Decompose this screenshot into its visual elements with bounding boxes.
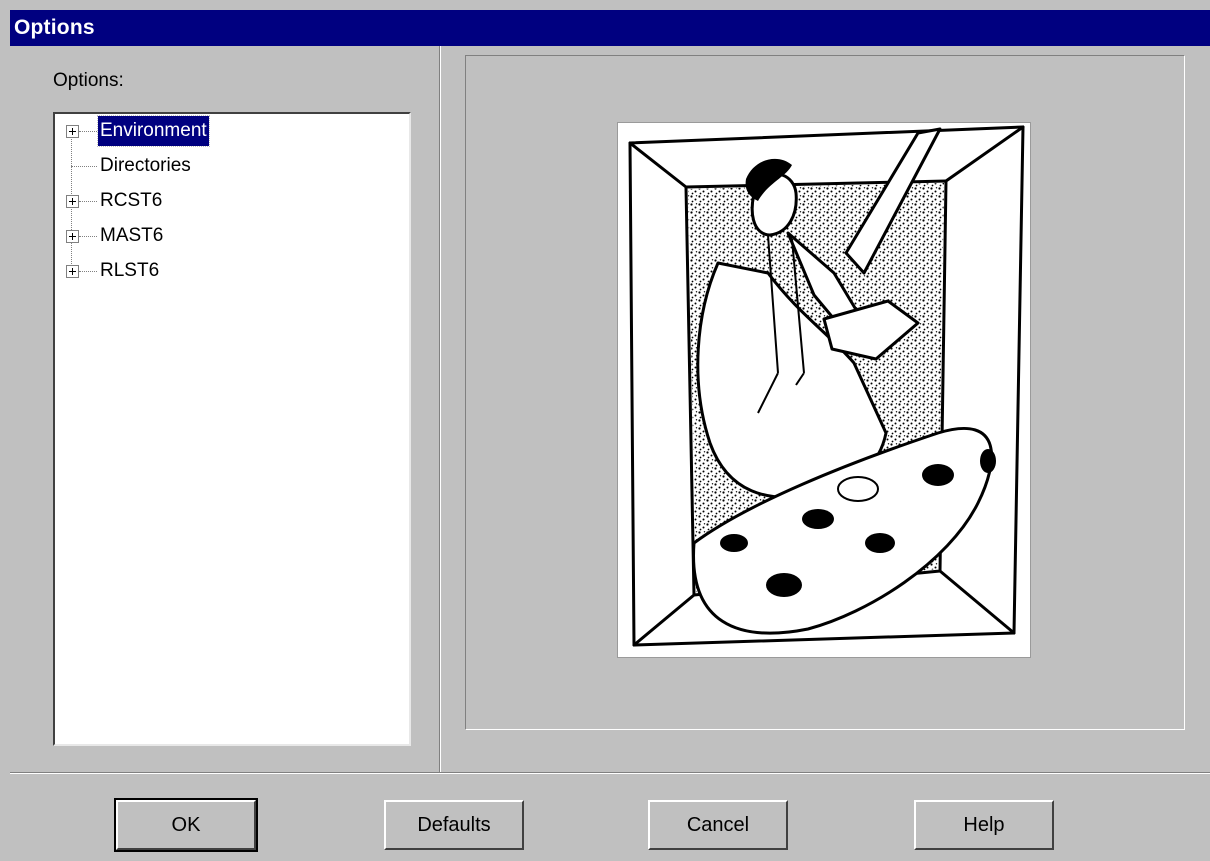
expand-plus-icon[interactable] <box>66 265 79 278</box>
options-tree[interactable]: Environment Directories RCST6 MAST6 RLST… <box>53 112 411 746</box>
tree-item-environment[interactable]: Environment <box>55 115 395 147</box>
tree-item-label: RCST6 <box>100 190 163 211</box>
title-bar[interactable]: Options <box>10 10 1210 46</box>
tree-item-label: Directories <box>100 155 191 176</box>
tree-item-label: RLST6 <box>100 260 160 281</box>
button-bar-separator <box>10 772 1210 774</box>
tree-branch-line <box>79 271 97 272</box>
tree-item-mast6[interactable]: MAST6 <box>55 221 395 251</box>
defaults-button[interactable]: Defaults <box>384 800 524 850</box>
help-button[interactable]: Help <box>914 800 1054 850</box>
tree-branch-line <box>79 236 97 237</box>
tree-item-label: MAST6 <box>100 225 164 246</box>
tree-item-label: Environment <box>97 115 210 147</box>
window-title: Options <box>14 16 95 39</box>
cancel-button[interactable]: Cancel <box>648 800 788 850</box>
tree-branch-line <box>79 131 97 132</box>
tree-branch-line <box>79 201 97 202</box>
tree-branch-line <box>71 166 97 167</box>
tree-item-rcst6[interactable]: RCST6 <box>55 186 395 216</box>
painter-with-palette-illustration-icon <box>617 122 1031 658</box>
ok-button[interactable]: OK <box>114 798 258 852</box>
expand-plus-icon[interactable] <box>66 230 79 243</box>
options-label: Options: <box>53 70 124 91</box>
expand-plus-icon[interactable] <box>66 125 79 138</box>
tree-item-rlst6[interactable]: RLST6 <box>55 256 395 286</box>
expand-plus-icon[interactable] <box>66 195 79 208</box>
tree-item-directories[interactable]: Directories <box>55 151 395 181</box>
